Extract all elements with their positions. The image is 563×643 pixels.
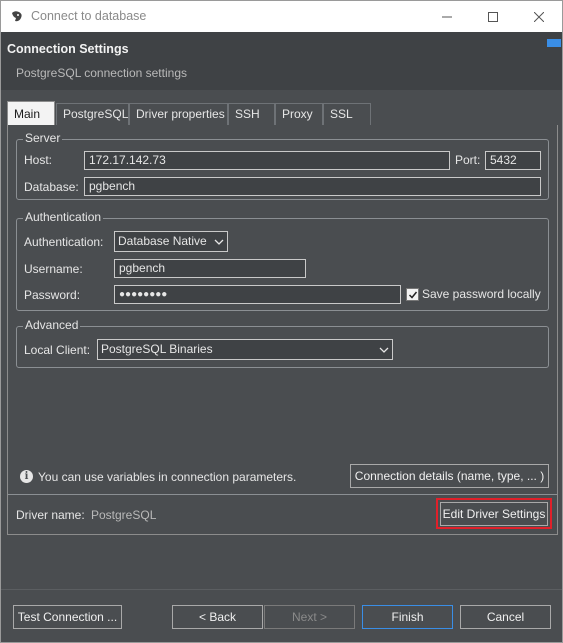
header-accent-bar xyxy=(547,39,561,47)
chevron-down-icon xyxy=(210,232,227,251)
authentication-label: Authentication: xyxy=(24,235,104,249)
connection-details-button[interactable]: Connection details (name, type, ... ) xyxy=(350,464,549,488)
connect-dialog: Connect to database Connection Settings … xyxy=(0,0,563,643)
save-password-label[interactable]: Save password locally xyxy=(422,287,541,301)
advanced-group-title: Advanced xyxy=(23,318,81,332)
minimize-icon xyxy=(442,16,452,17)
host-input[interactable]: 172.17.142.73 xyxy=(84,151,450,170)
local-client-label: Local Client: xyxy=(24,343,91,357)
close-button[interactable] xyxy=(516,1,562,32)
authentication-select[interactable]: Database Native xyxy=(114,231,228,252)
checkmark-icon xyxy=(408,291,417,299)
footer-divider xyxy=(1,589,562,590)
header-subtitle: PostgreSQL connection settings xyxy=(16,66,187,80)
finish-button[interactable]: Finish xyxy=(362,605,453,629)
authentication-group-title: Authentication xyxy=(23,210,104,224)
tab-ssh[interactable]: SSH xyxy=(228,103,275,125)
cancel-button[interactable]: Cancel xyxy=(460,605,551,629)
maximize-button[interactable] xyxy=(470,1,516,32)
info-icon: i xyxy=(20,470,33,483)
tab-driver-properties[interactable]: Driver properties xyxy=(129,103,228,125)
host-label: Host: xyxy=(24,153,53,167)
port-input[interactable]: 5432 xyxy=(485,151,541,170)
database-input[interactable]: pgbench xyxy=(84,177,541,196)
tab-postgresql[interactable]: PostgreSQL xyxy=(56,103,129,125)
username-input[interactable]: pgbench xyxy=(114,259,306,278)
driver-name-value: PostgreSQL xyxy=(91,508,157,522)
local-client-select[interactable]: PostgreSQL Binaries xyxy=(97,339,393,360)
next-button[interactable]: Next > xyxy=(264,605,355,629)
test-connection-button[interactable]: Test Connection ... xyxy=(13,605,122,629)
edit-driver-settings-button[interactable]: Edit Driver Settings xyxy=(440,502,548,526)
app-icon xyxy=(10,10,24,24)
main-tab-panel: Server Host: 172.17.142.73 Port: 5432 Da… xyxy=(7,125,558,535)
close-icon xyxy=(534,11,544,22)
server-group-title: Server xyxy=(23,131,63,145)
local-client-select-value: PostgreSQL Binaries xyxy=(101,342,213,356)
dialog-header: Connection Settings PostgreSQL connectio… xyxy=(1,32,562,90)
header-title: Connection Settings xyxy=(7,42,129,56)
tab-main[interactable]: Main xyxy=(7,101,55,126)
database-label: Database: xyxy=(24,180,79,194)
chevron-down-icon xyxy=(375,340,392,359)
variables-hint: You can use variables in connection para… xyxy=(38,470,297,484)
minimize-button[interactable] xyxy=(424,1,470,32)
username-label: Username: xyxy=(24,262,83,276)
back-button[interactable]: < Back xyxy=(172,605,263,629)
driver-divider xyxy=(8,494,557,495)
maximize-icon xyxy=(488,11,498,22)
port-label: Port: xyxy=(455,153,481,167)
authentication-select-value: Database Native xyxy=(118,234,207,248)
save-password-checkbox[interactable] xyxy=(406,288,419,301)
tab-proxy[interactable]: Proxy xyxy=(275,103,323,125)
password-label: Password: xyxy=(24,288,81,302)
title-bar: Connect to database xyxy=(1,1,562,32)
driver-name-label: Driver name: xyxy=(16,508,85,522)
password-input[interactable]: ●●●●●●●● xyxy=(114,285,401,304)
tab-ssl[interactable]: SSL xyxy=(323,103,371,125)
window-title: Connect to database xyxy=(31,9,147,23)
